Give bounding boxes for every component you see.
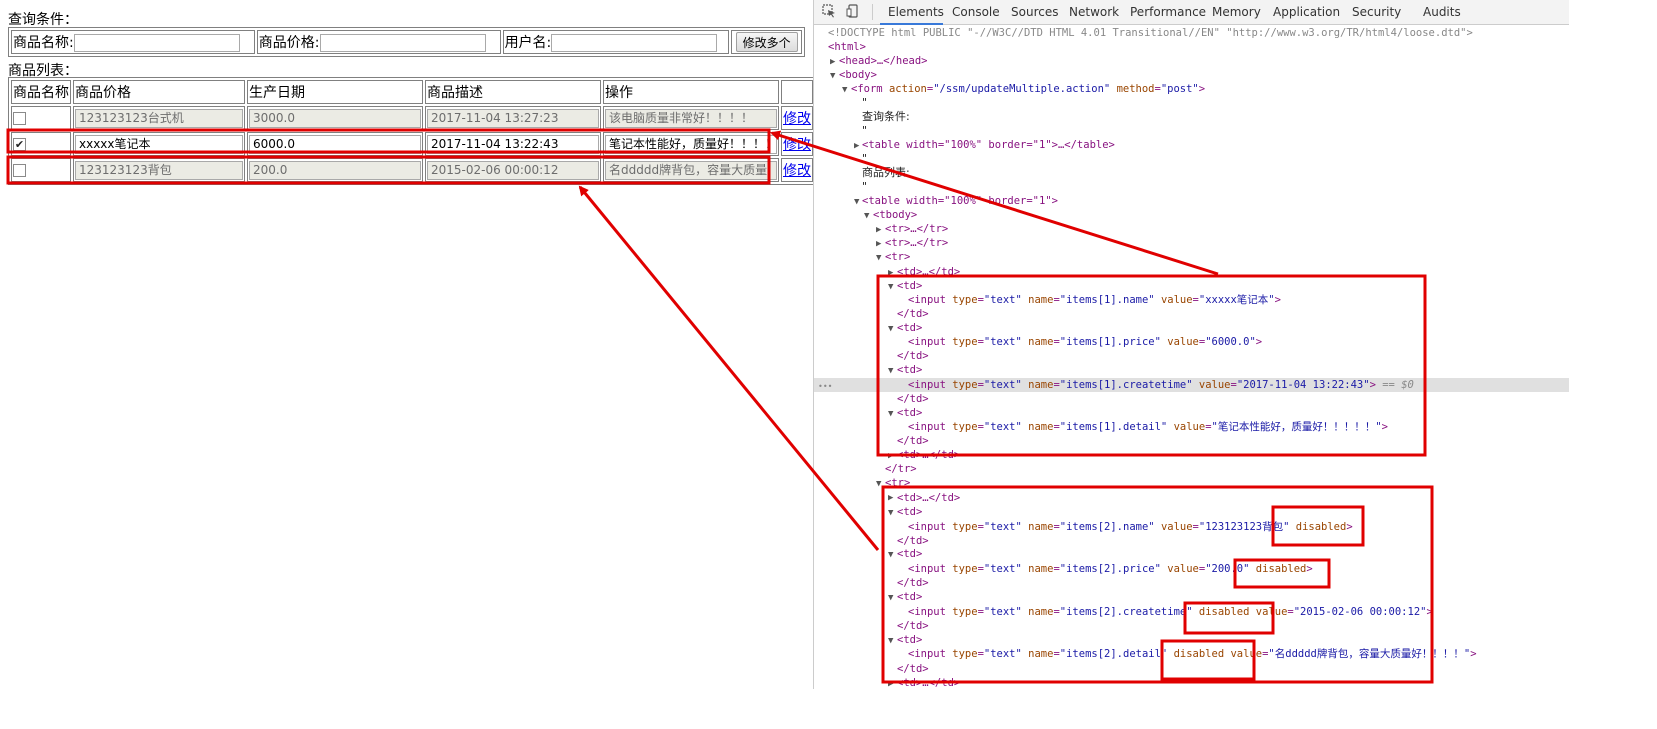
- highlight-box-enabled-inputs: [876, 274, 1427, 457]
- highlight-box-disabled-attr: [1160, 639, 1256, 681]
- highlight-box-disabled-attr: [1271, 505, 1365, 547]
- highlight-box-disabled-inputs: [881, 485, 1434, 684]
- highlight-box-disabled-attr: [1183, 601, 1275, 635]
- highlight-box-disabled-attr: [1233, 558, 1331, 589]
- arrow-to-row-3: [578, 185, 880, 551]
- highlight-box-row-3: [6, 155, 771, 185]
- highlight-box-row-2: [6, 128, 771, 154]
- arrow-to-row-2: [770, 130, 1219, 276]
- annotation-overlay: [6, 128, 1434, 684]
